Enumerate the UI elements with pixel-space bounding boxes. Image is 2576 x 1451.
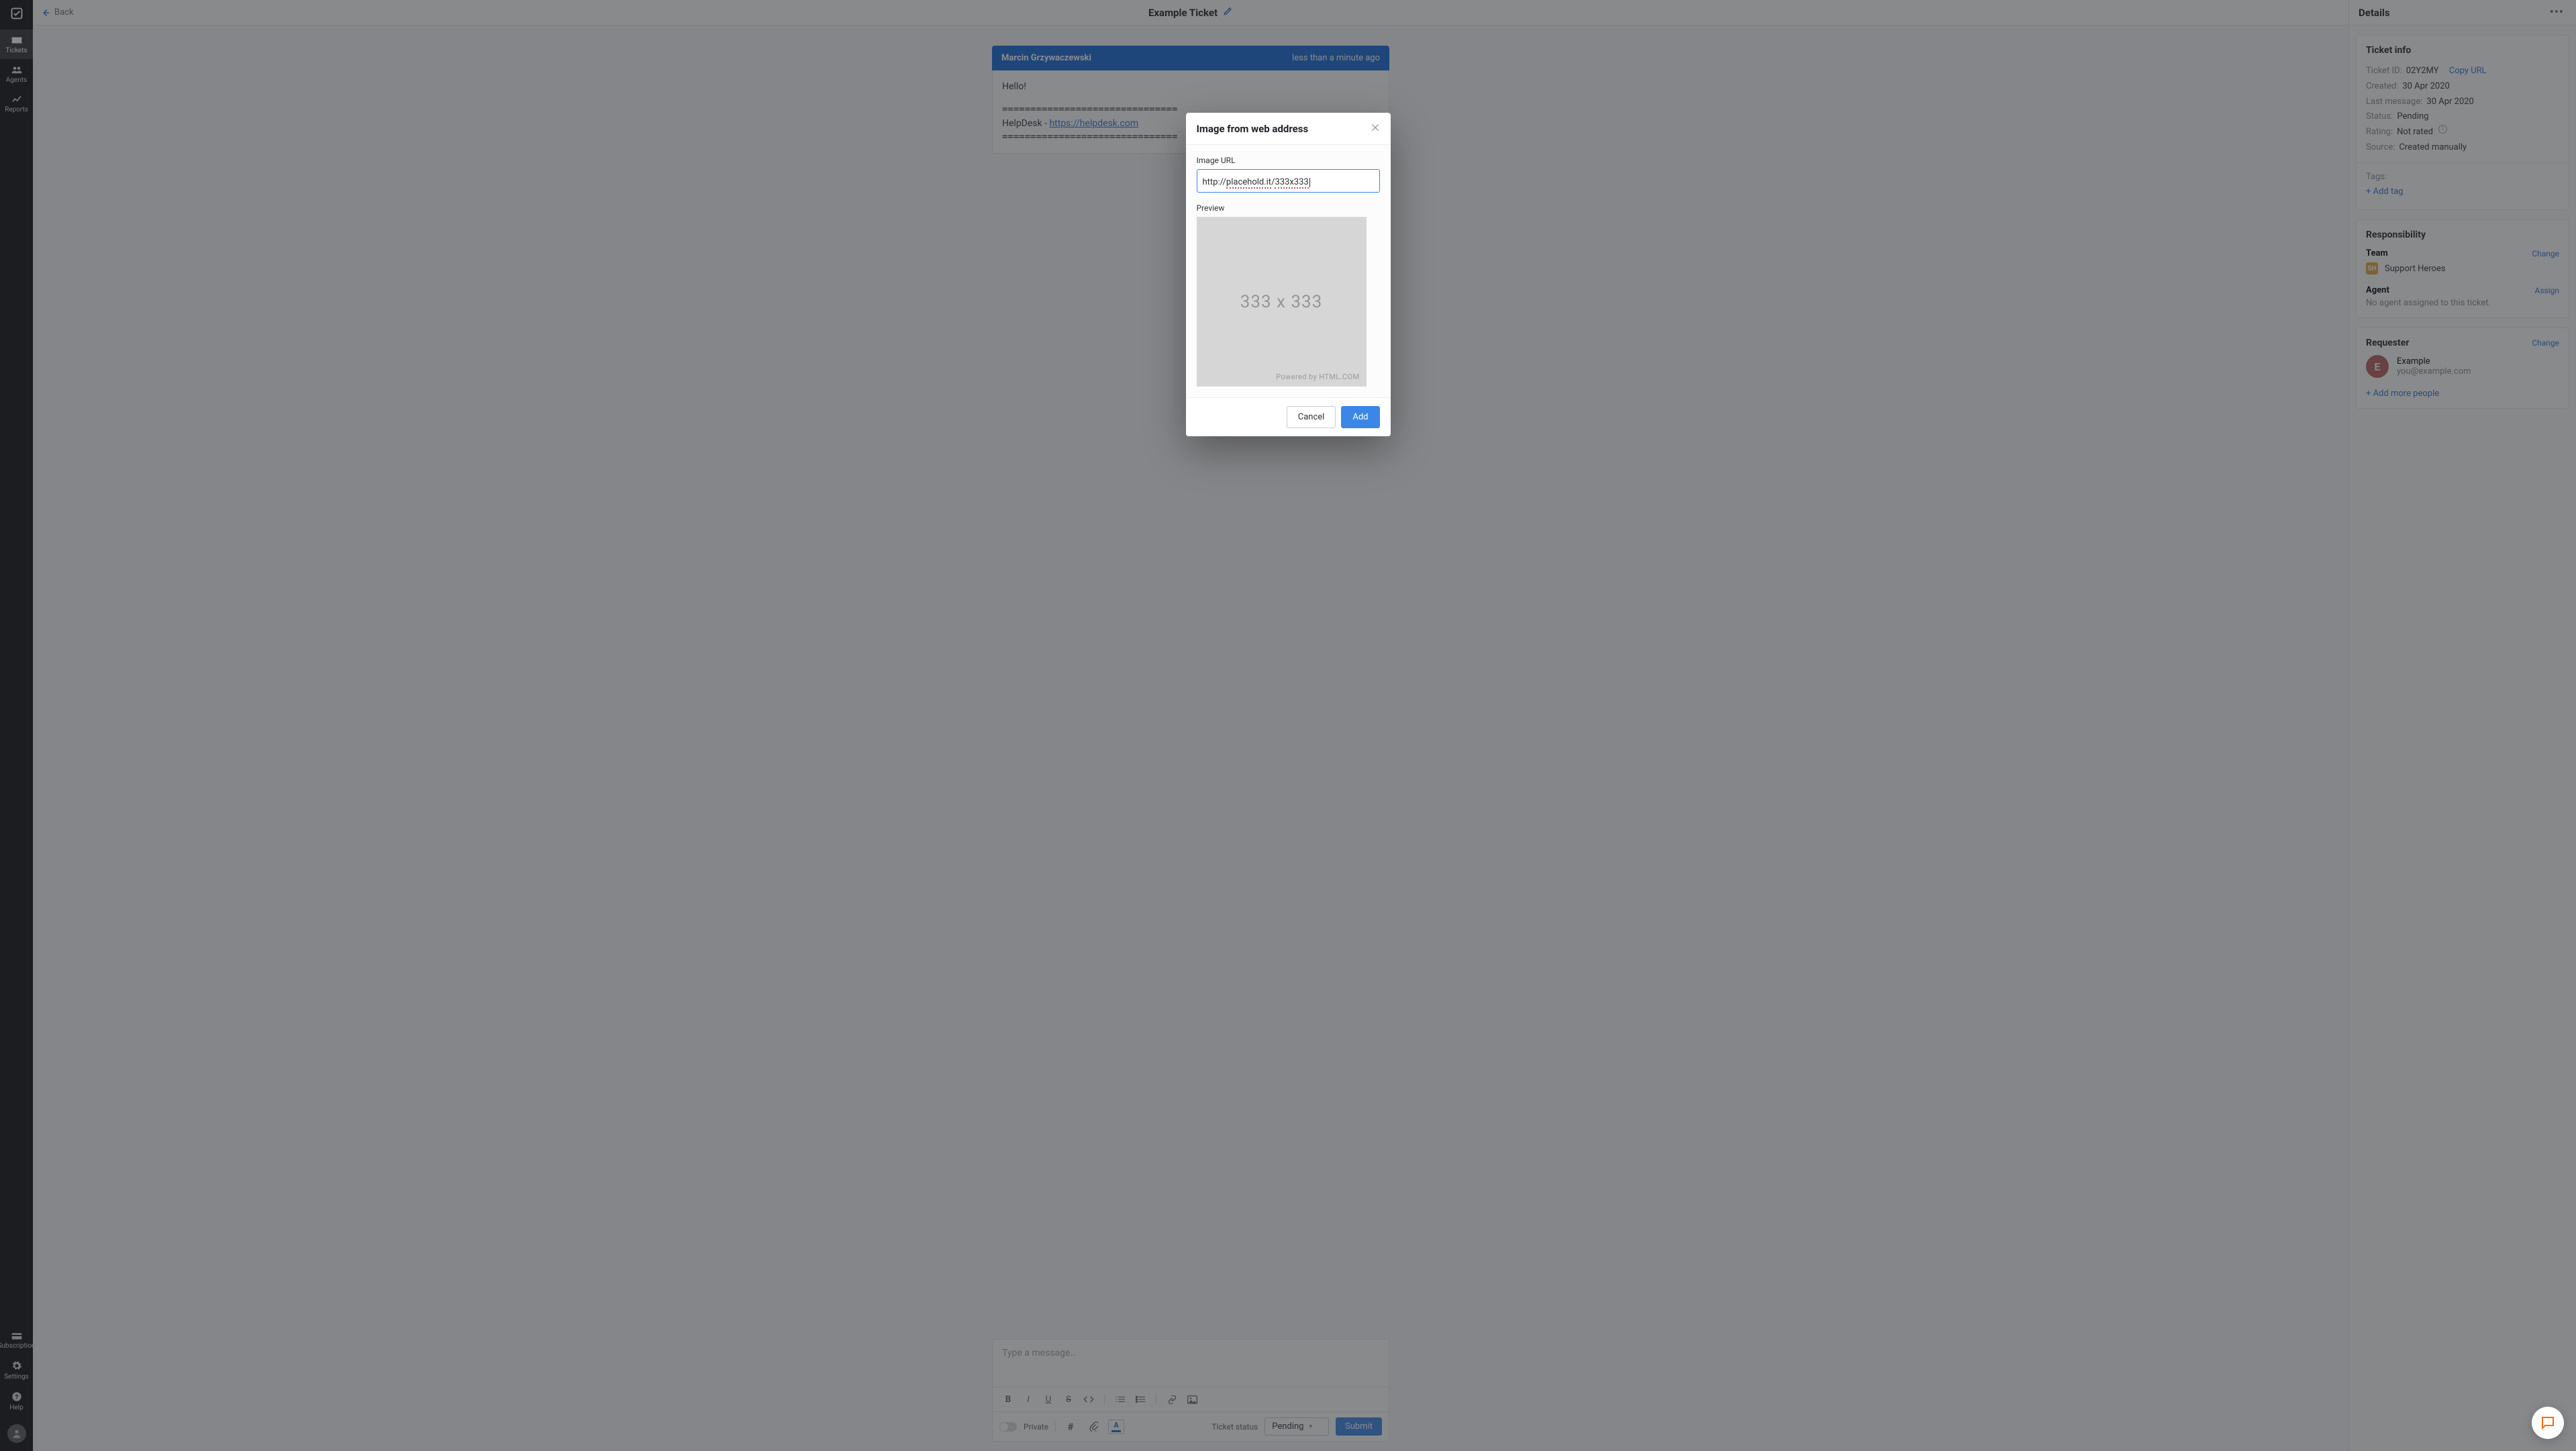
preview-placeholder-text: 333 x 333 xyxy=(1240,292,1322,312)
image-url-input[interactable]: http://placehold.it/333x333 xyxy=(1197,169,1380,193)
modal-close-button[interactable] xyxy=(1371,122,1380,135)
image-url-modal: Image from web address Image URL http://… xyxy=(1186,113,1391,436)
cancel-button[interactable]: Cancel xyxy=(1287,406,1336,428)
modal-overlay[interactable]: Image from web address Image URL http://… xyxy=(0,0,2576,1451)
preview-label: Preview xyxy=(1197,203,1380,213)
preview-caption: Powered by HTML.COM xyxy=(1276,372,1359,381)
chat-widget-button[interactable] xyxy=(2532,1407,2564,1439)
url-field-label: Image URL xyxy=(1197,156,1380,165)
chat-icon xyxy=(2540,1415,2556,1431)
close-icon xyxy=(1371,123,1380,132)
add-button[interactable]: Add xyxy=(1341,406,1379,428)
modal-title: Image from web address xyxy=(1197,123,1309,135)
image-preview: 333 x 333 Powered by HTML.COM xyxy=(1197,217,1367,387)
